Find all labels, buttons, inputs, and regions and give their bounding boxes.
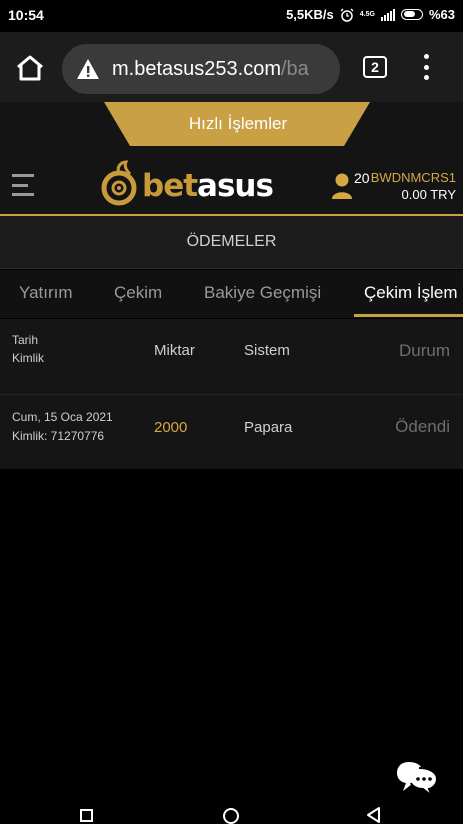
username[interactable]: BWDNMCRS1 xyxy=(371,170,456,185)
transactions-table: Tarih Kimlik Miktar Sistem Durum Cum, 15… xyxy=(0,319,463,469)
row-system: Papara xyxy=(244,419,293,436)
url-text: m.betasus253.com/ba xyxy=(112,58,309,81)
battery-icon xyxy=(400,9,423,20)
logo-wordmark: betasus xyxy=(142,168,274,204)
alarm-icon xyxy=(340,8,354,22)
user-avatar-icon[interactable] xyxy=(331,172,353,200)
account-balance: 0.00 TRY xyxy=(401,187,456,202)
table-row: Cum, 15 Oca 2021 Kimlik: 71270776 2000 P… xyxy=(0,395,463,469)
hamburger-menu-icon[interactable] xyxy=(12,174,34,196)
tab-withdraw[interactable]: Çekim xyxy=(114,283,162,303)
status-indicators: 5,5KB/s 4.5G %63 xyxy=(286,7,455,22)
notification-count[interactable]: 20 xyxy=(354,170,370,186)
android-nav-bar xyxy=(0,800,463,824)
row-id: Kimlik: 71270776 xyxy=(12,429,105,443)
url-path: /ba xyxy=(280,57,309,80)
quick-actions-label: Hızlı İşlemler xyxy=(188,114,288,133)
site-logo[interactable]: betasus xyxy=(100,160,275,208)
back-icon[interactable] xyxy=(366,807,382,823)
payments-tabs: Yatırım Çekim Bakiye Geçmişi Çekim İşlem xyxy=(0,270,463,318)
tab-deposit[interactable]: Yatırım xyxy=(19,283,73,303)
header-date: Tarih xyxy=(12,333,39,347)
network-type: 4.5G xyxy=(359,11,375,18)
table-header: Tarih Kimlik Miktar Sistem Durum xyxy=(0,319,463,395)
section-header: ÖDEMELER xyxy=(0,216,463,269)
chat-icon[interactable] xyxy=(395,758,439,798)
header-id: Kimlik xyxy=(12,351,44,365)
site-header: Hızlı İşlemler betasus 20 BWDNMCRS1 0.00… xyxy=(0,102,463,214)
header-amount: Miktar xyxy=(154,342,195,359)
status-bar: 10:54 5,5KB/s 4.5G %63 xyxy=(0,0,463,32)
home-nav-icon[interactable] xyxy=(223,808,239,824)
header-system: Sistem xyxy=(244,342,290,359)
tab-switcher-icon[interactable]: 2 xyxy=(363,56,387,78)
browser-toolbar: m.betasus253.com/ba 2 xyxy=(0,32,463,102)
battery-percent: %63 xyxy=(428,7,455,22)
row-date: Cum, 15 Oca 2021 xyxy=(12,410,113,424)
url-domain: m.betasus253.com xyxy=(112,57,281,80)
active-tab-indicator xyxy=(354,314,463,317)
row-status: Ödendi xyxy=(395,417,450,436)
warning-icon[interactable] xyxy=(76,58,100,80)
page-title: ÖDEMELER xyxy=(186,233,277,250)
tab-balance-history[interactable]: Bakiye Geçmişi xyxy=(204,283,321,303)
status-time: 10:54 xyxy=(8,7,44,23)
recent-apps-icon[interactable] xyxy=(80,809,93,822)
network-speed: 5,5KB/s xyxy=(286,7,334,22)
home-icon[interactable] xyxy=(14,54,46,82)
address-bar[interactable]: m.betasus253.com/ba xyxy=(62,44,340,94)
row-amount: 2000 xyxy=(154,419,188,436)
header-status: Durum xyxy=(398,341,450,360)
tab-withdraw-transactions[interactable]: Çekim İşlem xyxy=(364,283,458,303)
logo-mark-icon xyxy=(101,160,137,206)
signal-icon xyxy=(380,8,395,21)
menu-dots-icon[interactable] xyxy=(420,54,432,80)
quick-actions-button[interactable]: Hızlı İşlemler xyxy=(0,102,463,148)
